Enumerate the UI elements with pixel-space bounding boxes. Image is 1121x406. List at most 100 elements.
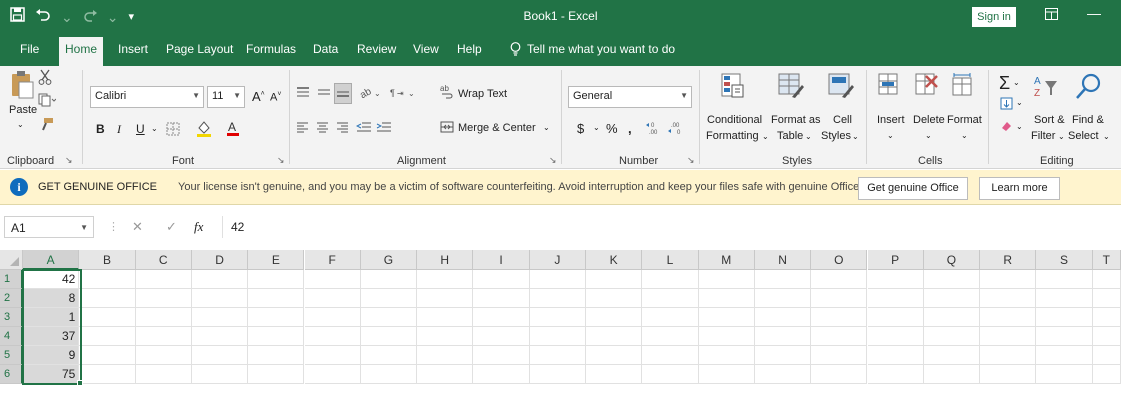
font-size-combo[interactable]: 11 ▼ [207, 86, 245, 108]
cell-h4[interactable] [417, 327, 474, 346]
clear-dropdown-icon[interactable]: ⌄ [1016, 122, 1023, 131]
find-select-icon[interactable] [1073, 72, 1103, 105]
cell-g6[interactable] [360, 365, 418, 384]
cell-o1[interactable] [811, 270, 868, 289]
paste-button[interactable]: Paste [9, 104, 37, 116]
cell-e4[interactable] [248, 327, 305, 346]
cell-s5[interactable] [1036, 346, 1093, 365]
cell-h1[interactable] [417, 270, 474, 289]
cell-l1[interactable] [642, 270, 699, 289]
cell-r5[interactable] [980, 346, 1037, 365]
borders-icon[interactable] [166, 122, 180, 139]
delete-cells-button[interactable]: Delete [913, 114, 945, 126]
cell-k2[interactable] [586, 289, 643, 308]
cell-c6[interactable] [135, 365, 192, 384]
get-genuine-office-button[interactable]: Get genuine Office [858, 177, 968, 200]
currency-button[interactable]: $ [577, 121, 584, 136]
cell-i3[interactable] [473, 308, 530, 327]
column-header-i[interactable]: I [473, 250, 530, 270]
align-right-icon[interactable] [336, 122, 349, 136]
column-header-n[interactable]: N [754, 250, 812, 270]
cell-k6[interactable] [586, 365, 643, 384]
cell-o2[interactable] [811, 289, 868, 308]
cell-f3[interactable] [304, 308, 361, 327]
increase-indent-icon[interactable] [376, 121, 392, 136]
row-header-4[interactable]: 4 [0, 327, 23, 346]
decrease-decimal-icon[interactable]: .00 0 [668, 121, 688, 138]
cell-k3[interactable] [586, 308, 643, 327]
cell-e1[interactable] [248, 270, 305, 289]
select-all-button[interactable] [0, 250, 23, 270]
cell-i5[interactable] [473, 346, 530, 365]
column-header-t[interactable]: T [1092, 250, 1121, 270]
cell-f4[interactable] [304, 327, 361, 346]
cancel-icon[interactable]: ✕ [132, 219, 143, 235]
cell-m6[interactable] [698, 365, 755, 384]
cell-n4[interactable] [754, 327, 812, 346]
insert-cells-button[interactable]: Insert [877, 114, 905, 126]
formula-input[interactable]: 42 [222, 216, 1117, 238]
cell-q3[interactable] [923, 308, 981, 327]
cell-e6[interactable] [248, 365, 305, 384]
cut-icon[interactable] [38, 69, 52, 88]
align-center-icon[interactable] [316, 122, 329, 136]
cell-l6[interactable] [642, 365, 699, 384]
cell-h2[interactable] [417, 289, 474, 308]
cell-s4[interactable] [1036, 327, 1093, 346]
merge-dropdown-icon[interactable]: ⌄ [543, 123, 550, 132]
cell-h5[interactable] [417, 346, 474, 365]
cell-p4[interactable] [867, 327, 924, 346]
tab-help[interactable]: Help [457, 42, 482, 56]
cell-h6[interactable] [417, 365, 474, 384]
row-header-1[interactable]: 1 [0, 270, 23, 289]
cell-p3[interactable] [867, 308, 924, 327]
tab-review[interactable]: Review [357, 42, 396, 56]
italic-button[interactable]: I [117, 122, 121, 137]
font-color-icon[interactable]: A [226, 119, 240, 139]
column-header-m[interactable]: M [698, 250, 755, 270]
cell-c5[interactable] [135, 346, 192, 365]
copy-icon[interactable] [38, 93, 57, 110]
cell-m3[interactable] [698, 308, 755, 327]
cell-m4[interactable] [698, 327, 755, 346]
cell-g4[interactable] [360, 327, 418, 346]
cell-d6[interactable] [191, 365, 249, 384]
cell-r2[interactable] [980, 289, 1037, 308]
cell-o4[interactable] [811, 327, 868, 346]
column-header-l[interactable]: L [642, 250, 699, 270]
column-header-s[interactable]: S [1036, 250, 1093, 270]
column-header-p[interactable]: P [867, 250, 924, 270]
tell-me-box[interactable]: Tell me what you want to do [510, 42, 675, 59]
cell-d3[interactable] [191, 308, 249, 327]
cell-n2[interactable] [754, 289, 812, 308]
format-as-table-icon[interactable] [778, 73, 804, 102]
format-as-table-button[interactable]: Format as [771, 114, 821, 126]
cell-t3[interactable] [1092, 308, 1121, 327]
cell-j4[interactable] [529, 327, 586, 346]
column-header-f[interactable]: F [304, 250, 361, 270]
fill-handle[interactable] [77, 380, 83, 386]
autosum-icon[interactable]: Σ [999, 73, 1010, 94]
cell-a2[interactable]: 8 [23, 289, 80, 308]
cell-m1[interactable] [698, 270, 755, 289]
cell-o3[interactable] [811, 308, 868, 327]
cell-b1[interactable] [79, 270, 136, 289]
cell-j1[interactable] [529, 270, 586, 289]
worksheet-grid[interactable]: A B C D E F G H I J K L M N O P Q R S T 1 42 2 8 3 1 4 37 5 9 6 75 [0, 250, 1121, 406]
cell-f6[interactable] [304, 365, 361, 384]
comma-style-button[interactable]: , [628, 121, 632, 136]
underline-dropdown-icon[interactable]: ⌄ [151, 124, 158, 133]
cell-a4[interactable]: 37 [23, 327, 80, 346]
increase-font-size-icon[interactable]: A˄ [252, 89, 265, 104]
cell-q2[interactable] [923, 289, 981, 308]
cell-l2[interactable] [642, 289, 699, 308]
format-cells-icon[interactable] [952, 73, 974, 100]
sign-in-button[interactable]: Sign in [972, 7, 1016, 27]
cell-j3[interactable] [529, 308, 586, 327]
merge-center-icon[interactable] [440, 121, 454, 136]
cell-q1[interactable] [923, 270, 981, 289]
cell-g2[interactable] [360, 289, 418, 308]
cell-l5[interactable] [642, 346, 699, 365]
cell-o5[interactable] [811, 346, 868, 365]
format-painter-icon[interactable] [40, 117, 54, 134]
